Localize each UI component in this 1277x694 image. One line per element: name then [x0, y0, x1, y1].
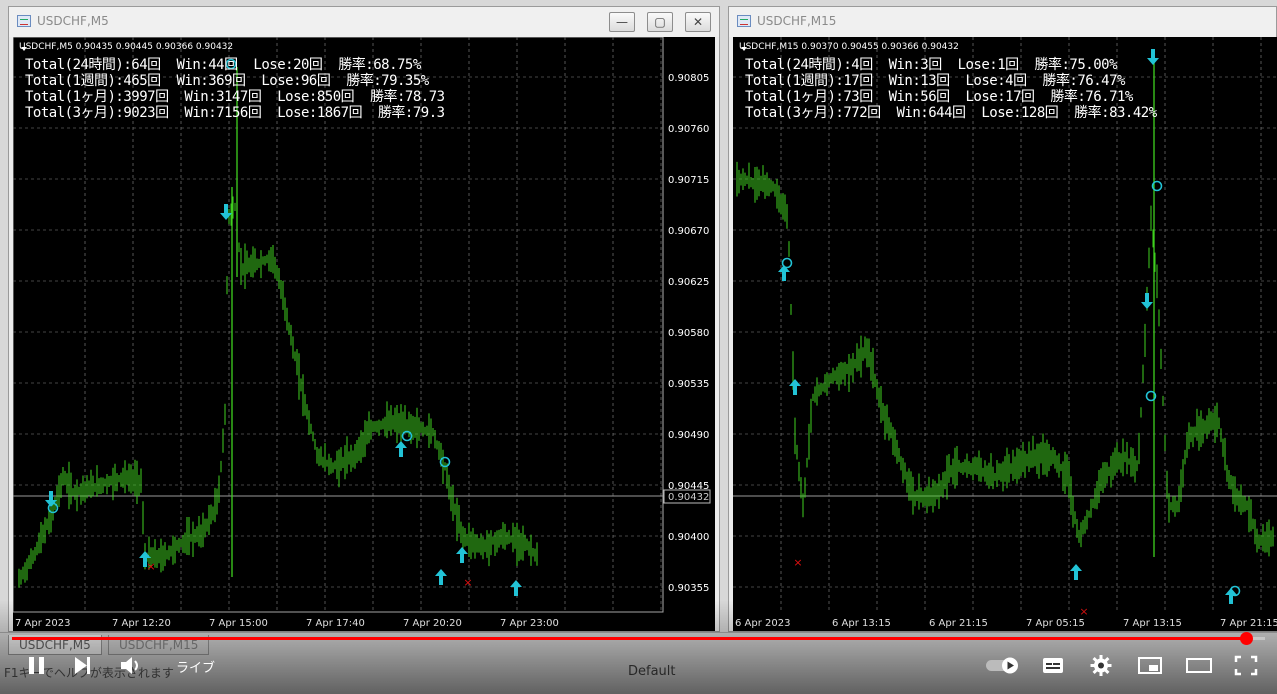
- stats-line: Total(1ヶ月):73回 Win:56回 Lose:17回 勝率:76.71…: [745, 89, 1133, 105]
- time-axis-label: 7 Apr 13:15: [1123, 618, 1182, 629]
- time-axis-label: 6 Apr 13:15: [832, 618, 891, 629]
- time-axis-label: 7 Apr 23:00: [500, 618, 559, 629]
- live-label: ライブ: [176, 661, 216, 676]
- stats-line: Total(24時間):64回 Win:44回 Lose:20回 勝率:68.7…: [25, 57, 421, 73]
- stats-line: Total(1ヶ月):3997回 Win:3147回 Lose:850回 勝率:…: [25, 89, 445, 105]
- miniplayer-icon[interactable]: [1136, 650, 1164, 680]
- volume-icon[interactable]: [118, 650, 144, 680]
- price-axis-label: 0.90625: [668, 277, 709, 288]
- subtitles-icon[interactable]: [1040, 650, 1066, 680]
- window-title: USDCHF,M5: [37, 14, 109, 28]
- minimize-button[interactable]: —: [609, 12, 635, 32]
- price-axis-label: 0.90580: [668, 328, 709, 339]
- stats-line: Total(1週間):465回 Win:369回 Lose:96回 勝率:79.…: [25, 73, 429, 89]
- time-axis-label: 7 Apr 20:20: [403, 618, 462, 629]
- chart-canvas: × × 0.90805 0.90760 0.90715 0.90670 0.90625 0.9…: [13, 37, 711, 629]
- progress-fill: [12, 637, 1247, 640]
- loss-mark: ×: [793, 556, 802, 569]
- chart-tabs: USDCHF,M5 USDCHF,M15: [0, 632, 1277, 657]
- chart-canvas: × × 6 Apr 2023 6 Apr 13:15 6 Apr 21:15 7 Apr …: [733, 37, 1277, 629]
- restore-button[interactable]: ▢: [647, 12, 673, 32]
- stats-line: Total(3ヶ月):772回 Win:644回 Lose:128回 勝率:83…: [745, 105, 1157, 121]
- close-button[interactable]: ✕: [685, 12, 711, 32]
- stats-panel: Total(24時間):4回 Win:3回 Lose:1回 勝率:75.00% T…: [745, 57, 1157, 121]
- price-axis-label: 0.90670: [668, 226, 709, 237]
- price-axis-label: 0.90760: [668, 124, 709, 135]
- price-axis-label: 0.90805: [668, 73, 709, 84]
- chart-window-icon: [737, 15, 751, 27]
- time-axis-label: 6 Apr 2023: [735, 618, 790, 629]
- loss-mark: ×: [1079, 605, 1088, 618]
- stats-line: Total(24時間):4回 Win:3回 Lose:1回 勝率:75.00%: [745, 57, 1118, 73]
- time-axis-label: 6 Apr 21:15: [929, 618, 988, 629]
- chart-window-m15[interactable]: USDCHF,M15 × × 6 Apr 2023 6 Apr 13:15 6 Apr …: [728, 6, 1277, 632]
- time-axis-label: 7 Apr 12:20: [112, 618, 171, 629]
- time-axis-label: 7 Apr 15:00: [209, 618, 268, 629]
- plot-frame: [13, 37, 664, 613]
- autoplay-toggle-icon[interactable]: [984, 650, 1024, 680]
- profile-name: Default: [628, 664, 676, 679]
- chart-window-icon: [17, 15, 31, 27]
- price-axis-label: 0.90355: [668, 583, 709, 594]
- theater-icon[interactable]: [1184, 650, 1214, 680]
- loss-mark: ×: [463, 576, 472, 589]
- chart-window-m5[interactable]: USDCHF,M5 — ▢ ✕ × × 0.90805 0.90760 0.90715 0…: [8, 6, 720, 632]
- stats-panel: Total(24時間):64回 Win:44回 Lose:20回 勝率:68.7…: [25, 57, 445, 121]
- loss-mark: ×: [146, 560, 155, 573]
- current-price-label: 0.90432: [668, 492, 709, 503]
- progress-bar[interactable]: [12, 632, 1265, 645]
- stats-line: Total(1週間):17回 Win:13回 Lose:4回 勝率:76.47%: [745, 73, 1125, 89]
- time-axis-label: 7 Apr 05:15: [1026, 618, 1085, 629]
- price-chart[interactable]: × × 6 Apr 2023 6 Apr 13:15 6 Apr 21:15 7 Apr …: [733, 37, 1277, 631]
- price-axis-label: 0.90490: [668, 430, 709, 441]
- plot-frame: [733, 37, 1277, 612]
- fullscreen-icon[interactable]: [1232, 650, 1260, 680]
- price-axis-label: 0.90715: [668, 175, 709, 186]
- window-title: USDCHF,M15: [757, 14, 837, 28]
- price-chart[interactable]: × × 0.90805 0.90760 0.90715 0.90670 0.90625 0.9…: [13, 37, 715, 631]
- time-axis-label: 7 Apr 21:15: [1220, 618, 1277, 629]
- time-axis-label: 7 Apr 2023: [15, 618, 70, 629]
- pause-icon[interactable]: [26, 650, 48, 680]
- price-axis-label: 0.90535: [668, 379, 709, 390]
- price-axis-label: 0.90400: [668, 532, 709, 543]
- next-icon[interactable]: [72, 650, 94, 680]
- symbol-info: USDCHF,M15 0.90370 0.90455 0.90366 0.904…: [739, 42, 959, 52]
- time-axis-label: 7 Apr 17:40: [306, 618, 365, 629]
- window-titlebar[interactable]: USDCHF,M15: [729, 7, 1276, 37]
- settings-icon[interactable]: [1088, 650, 1114, 680]
- stats-line: Total(3ヶ月):9023回 Win:7156回 Lose:1867回 勝率…: [25, 105, 445, 121]
- symbol-info: USDCHF,M5 0.90435 0.90445 0.90366 0.9043…: [19, 42, 234, 52]
- window-titlebar[interactable]: USDCHF,M5 — ▢ ✕: [9, 7, 719, 37]
